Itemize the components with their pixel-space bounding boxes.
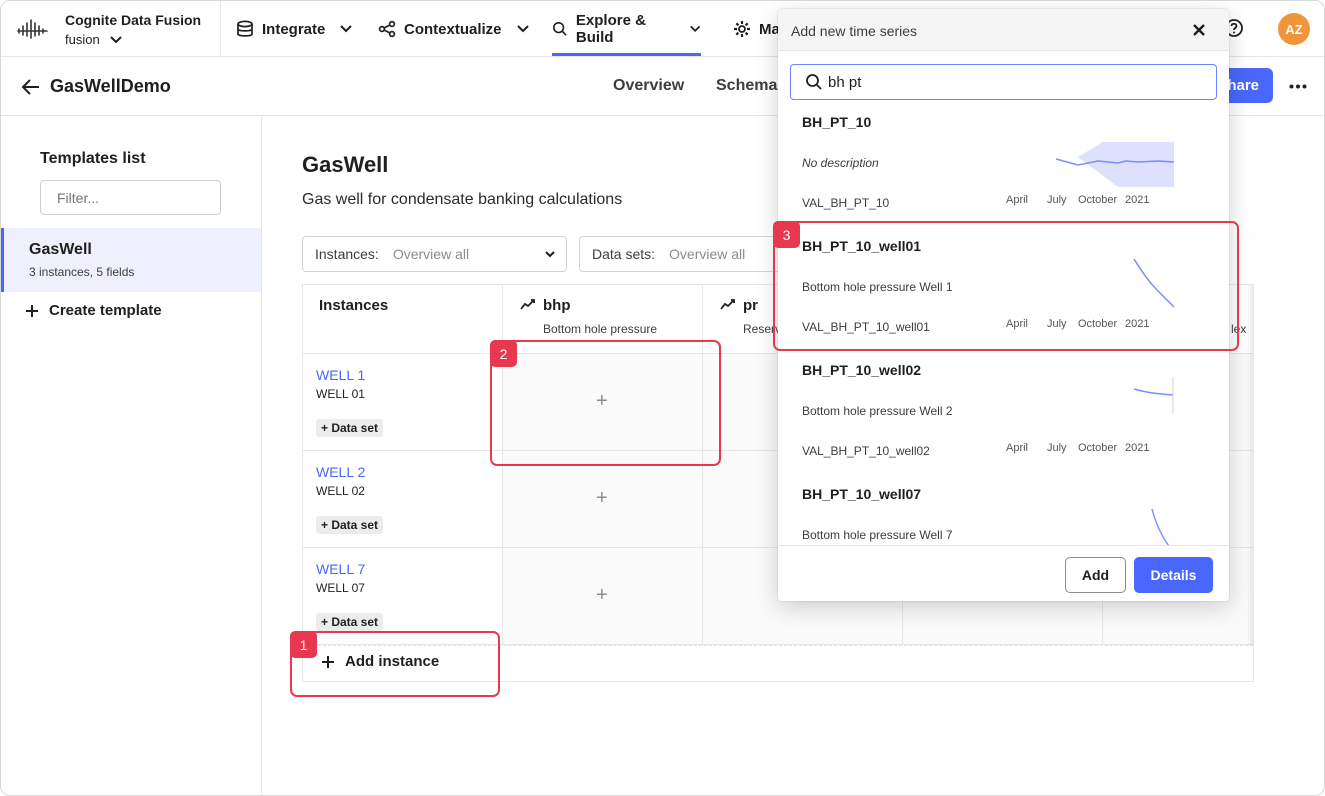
chevron-down-icon xyxy=(516,25,529,33)
templates-sidebar: Templates list GasWell 3 instances, 5 fi… xyxy=(1,116,262,795)
tab-schema[interactable]: Schema xyxy=(716,77,777,95)
instance-link[interactable]: WELL 1 xyxy=(316,367,365,383)
callout-1-badge: 1 xyxy=(290,631,317,658)
panel-footer: Add Details xyxy=(778,545,1229,601)
instances-filter-label: Instances: xyxy=(315,246,379,262)
add-dataset-chip[interactable]: + Data set xyxy=(316,613,384,631)
column-header-bhp[interactable]: bhp xyxy=(543,297,571,314)
callout-1-box xyxy=(290,631,500,697)
nav-contextualize[interactable]: Contextualize xyxy=(378,1,530,57)
column-header-pr[interactable]: pr xyxy=(743,297,758,314)
project-name: fusion xyxy=(65,32,100,47)
sparkline-chart xyxy=(1133,377,1174,413)
time-series-item[interactable]: BH_PT_10 No description VAL_BH_PT_10 xyxy=(778,107,1229,231)
callout-2-badge: 2 xyxy=(490,340,517,367)
nav-contextualize-label: Contextualize xyxy=(404,20,502,38)
callout-3-badge: 3 xyxy=(773,221,800,248)
template-name: GasWell xyxy=(29,241,92,258)
time-series-external-id: VAL_BH_PT_10_well02 xyxy=(802,444,930,458)
search-icon xyxy=(806,74,822,90)
instances-filter-dropdown[interactable]: Instances: Overview all xyxy=(302,236,567,272)
nav-explore-build[interactable]: Explore & Build xyxy=(552,1,701,56)
time-series-item[interactable]: BH_PT_10_well02 Bottom hole pressure Wel… xyxy=(778,355,1229,479)
datasets-filter-label: Data sets: xyxy=(592,246,656,262)
template-filter-input[interactable] xyxy=(40,180,221,215)
add-cell-button[interactable]: + xyxy=(596,584,608,607)
search-value: bh pt xyxy=(828,74,862,91)
nav-integrate[interactable]: Integrate xyxy=(236,1,353,57)
nav-integrate-label: Integrate xyxy=(262,20,326,38)
axis-label: April xyxy=(1006,194,1029,206)
share-nodes-icon xyxy=(378,20,396,38)
nav-explore-label: Explore & Build xyxy=(575,11,646,46)
template-meta: 3 instances, 5 fields xyxy=(29,265,135,279)
brand-title: Cognite Data Fusion xyxy=(65,12,202,28)
panel-header: Add new time series xyxy=(778,9,1229,51)
instance-id: WELL 02 xyxy=(316,484,365,498)
time-series-name: BH_PT_10 xyxy=(802,114,872,130)
page-title: GasWellDemo xyxy=(50,76,171,96)
time-series-search-input[interactable]: bh pt xyxy=(790,64,1217,100)
callout-2-box xyxy=(490,340,721,466)
axis-label: October xyxy=(1078,194,1118,206)
database-icon xyxy=(237,20,253,37)
add-button[interactable]: Add xyxy=(1065,557,1126,593)
sparkline-chart xyxy=(1151,508,1170,545)
add-dataset-chip[interactable]: + Data set xyxy=(316,516,384,534)
column-sub-bhp: Bottom hole pressure xyxy=(543,322,658,336)
instance-link[interactable]: WELL 2 xyxy=(316,464,365,480)
instance-id: WELL 07 xyxy=(316,581,365,595)
timeseries-icon xyxy=(720,299,735,310)
panel-title: Add new time series xyxy=(791,23,918,39)
create-template-button[interactable]: Create template xyxy=(25,302,162,319)
chevron-down-icon xyxy=(340,25,353,33)
chevron-down-icon[interactable] xyxy=(109,34,123,46)
axis-label: July xyxy=(1047,442,1067,454)
datasets-filter-dropdown[interactable]: Data sets: Overview all xyxy=(579,236,799,272)
sparkline-chart xyxy=(1055,142,1175,187)
chevron-down-icon xyxy=(545,251,555,258)
timeseries-icon xyxy=(520,299,535,310)
instance-link[interactable]: WELL 7 xyxy=(316,561,365,577)
template-item-gaswell[interactable]: GasWell 3 instances, 5 fields xyxy=(1,228,261,292)
gear-icon xyxy=(734,21,750,37)
avatar[interactable]: AZ xyxy=(1278,13,1310,45)
callout-3-box xyxy=(773,221,1239,351)
time-series-external-id: VAL_BH_PT_10 xyxy=(802,196,890,210)
templates-list-title: Templates list xyxy=(40,150,146,167)
time-series-name: BH_PT_10_well02 xyxy=(802,362,922,378)
axis-label: 2021 xyxy=(1125,442,1150,454)
add-dataset-chip[interactable]: + Data set xyxy=(316,419,384,437)
time-series-name: BH_PT_10_well07 xyxy=(802,486,922,502)
arrow-left-icon[interactable] xyxy=(21,78,41,96)
time-series-description: No description xyxy=(802,156,879,170)
axis-label: 2021 xyxy=(1125,194,1150,206)
close-icon[interactable] xyxy=(1191,22,1207,38)
template-description: Gas well for condensate banking calculat… xyxy=(302,191,623,208)
brand[interactable]: Cognite Data Fusion fusion xyxy=(1,1,221,57)
template-title: GasWell xyxy=(302,152,389,177)
datasets-filter-value: Overview all xyxy=(669,246,746,262)
nav-manage-label: Ma xyxy=(759,20,780,38)
cognite-logo-icon xyxy=(17,19,48,39)
create-template-label: Create template xyxy=(49,302,162,319)
instances-filter-value: Overview all xyxy=(392,246,470,262)
time-series-item[interactable]: BH_PT_10_well07 Bottom hole pressure Wel… xyxy=(778,479,1229,545)
plus-icon xyxy=(26,304,38,317)
search-icon xyxy=(552,21,567,36)
app-window: Cognite Data Fusion fusion Integrate Con… xyxy=(0,0,1325,796)
axis-label: April xyxy=(1006,442,1029,454)
details-button[interactable]: Details xyxy=(1134,557,1213,593)
tab-overview[interactable]: Overview xyxy=(613,77,684,95)
axis-label: July xyxy=(1047,194,1067,206)
nav-manage[interactable]: Ma xyxy=(733,1,780,57)
time-series-description: Bottom hole pressure Well 2 xyxy=(802,404,953,418)
more-options-icon[interactable] xyxy=(1289,84,1307,89)
chevron-down-icon xyxy=(689,25,700,32)
add-cell-button[interactable]: + xyxy=(596,487,608,510)
axis-label: October xyxy=(1078,442,1118,454)
instance-id: WELL 01 xyxy=(316,387,365,401)
time-series-description: Bottom hole pressure Well 7 xyxy=(802,528,953,542)
instances-column-header: Instances xyxy=(319,297,389,314)
